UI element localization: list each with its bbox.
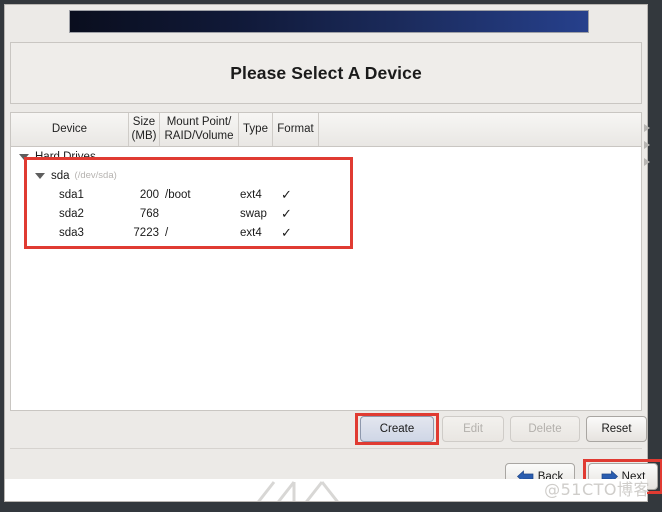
partition-size: 200 bbox=[139, 188, 159, 201]
partition-format-checkmark[interactable]: ✓ bbox=[273, 207, 319, 220]
partition-name: sda1 bbox=[59, 188, 84, 201]
frame-bottom-edge bbox=[0, 502, 662, 512]
chevron-right-icon bbox=[644, 124, 650, 132]
title-panel: Please Select A Device bbox=[10, 42, 642, 104]
partition-format-checkmark[interactable]: ✓ bbox=[273, 188, 319, 201]
desktop-background: Please Select A Device Device Size (MB) … bbox=[0, 0, 662, 512]
column-header-size[interactable]: Size (MB) bbox=[129, 113, 160, 146]
chevron-right-icon bbox=[644, 158, 650, 166]
disk-device-path: (/dev/sda) bbox=[74, 170, 117, 181]
watermark-text: @51CTO博客 bbox=[544, 480, 650, 499]
device-table: Device Size (MB) Mount Point/ RAID/Volum… bbox=[10, 112, 650, 411]
partition-type: swap bbox=[240, 207, 267, 220]
frame-right-edge bbox=[648, 0, 662, 512]
column-header-mount-line2: RAID/Volume bbox=[164, 129, 234, 142]
reset-button[interactable]: Reset bbox=[586, 416, 647, 442]
scrollbar-arrow-marks[interactable] bbox=[643, 115, 653, 175]
chevron-down-icon[interactable] bbox=[19, 153, 29, 160]
tree-item-disk-sda[interactable]: sda (/dev/sda) bbox=[11, 166, 641, 185]
column-header-mount-line1: Mount Point/ bbox=[166, 116, 232, 129]
partition-mount-point: /boot bbox=[165, 188, 191, 201]
header-banner bbox=[69, 10, 589, 33]
partition-size: 768 bbox=[139, 207, 159, 220]
partition-name: sda3 bbox=[59, 226, 84, 239]
partition-type: ext4 bbox=[240, 226, 262, 239]
column-header-mount-point[interactable]: Mount Point/ RAID/Volume bbox=[160, 113, 239, 146]
chevron-right-icon bbox=[644, 141, 650, 149]
table-header-row: Device Size (MB) Mount Point/ RAID/Volum… bbox=[11, 113, 641, 147]
tree-group-label: Hard Drives bbox=[35, 150, 96, 163]
partition-type: ext4 bbox=[240, 188, 262, 201]
chevron-down-icon[interactable] bbox=[35, 172, 45, 179]
partition-format-checkmark[interactable]: ✓ bbox=[273, 226, 319, 239]
column-header-type[interactable]: Type bbox=[239, 113, 273, 146]
table-row[interactable]: sda1 200 /boot ext4 ✓ bbox=[11, 185, 641, 204]
column-header-size-line1: Size bbox=[132, 116, 156, 129]
column-header-format[interactable]: Format bbox=[273, 113, 319, 146]
create-button[interactable]: Create bbox=[360, 416, 434, 442]
table-body: Hard Drives sda (/dev/sda) sda1 200 /boo… bbox=[11, 147, 641, 410]
column-header-device[interactable]: Device bbox=[11, 113, 129, 146]
delete-button[interactable]: Delete bbox=[510, 416, 580, 442]
column-header-size-line2: (MB) bbox=[131, 129, 157, 142]
installer-dialog: Please Select A Device Device Size (MB) … bbox=[4, 4, 662, 502]
table-row[interactable]: sda3 7223 / ext4 ✓ bbox=[11, 223, 641, 242]
partition-name: sda2 bbox=[59, 207, 84, 220]
page-title: Please Select A Device bbox=[230, 62, 422, 83]
disk-name: sda bbox=[51, 169, 70, 182]
partition-size: 7223 bbox=[133, 226, 159, 239]
tree-group-hard-drives[interactable]: Hard Drives bbox=[11, 147, 641, 166]
partition-mount-point: / bbox=[165, 226, 169, 239]
decorative-logo-icon bbox=[257, 481, 339, 501]
partition-action-bar: Create Edit Delete Reset bbox=[10, 413, 647, 445]
edit-button[interactable]: Edit bbox=[442, 416, 504, 442]
table-row[interactable]: sda2 768 swap ✓ bbox=[11, 204, 641, 223]
footer-divider bbox=[10, 448, 642, 449]
column-header-filler bbox=[319, 113, 641, 146]
